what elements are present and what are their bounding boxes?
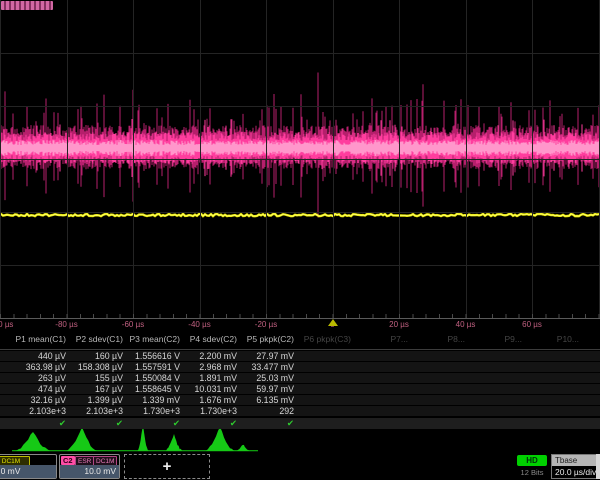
waveform-display bbox=[0, 0, 600, 330]
channel-c1-descriptor[interactable]: DC1M 0 mV bbox=[0, 454, 57, 479]
trigger-position-marker[interactable] bbox=[328, 319, 338, 326]
time-axis: -100 µs-80 µs-60 µs-40 µs-20 µs020 µs40 … bbox=[0, 320, 600, 332]
time-axis-label: -60 µs bbox=[122, 320, 144, 329]
measurement-value-cell: 32.16 µV bbox=[9, 395, 66, 405]
plus-icon: + bbox=[163, 458, 172, 475]
c1-vdiv-value: 0 mV bbox=[0, 465, 56, 478]
channel-c2-descriptor[interactable]: C2 ESR DC1M 10.0 mV bbox=[59, 454, 120, 479]
histicon-peak bbox=[166, 434, 182, 451]
measurement-value-cell: 160 µV bbox=[66, 351, 123, 361]
c2-channel-label: C2 bbox=[61, 456, 75, 465]
grid-horizontal-line bbox=[0, 159, 600, 160]
time-axis-label: -100 µs bbox=[0, 320, 13, 329]
measurement-value-cell: 10.031 mV bbox=[180, 384, 237, 394]
measurement-value-cell: 2.103e+3 bbox=[9, 406, 66, 416]
table-header-separator bbox=[0, 349, 600, 350]
measurement-header-10[interactable]: P10... bbox=[522, 334, 579, 345]
time-axis-label: 40 µs bbox=[456, 320, 476, 329]
measurement-value-cell: 1.891 mV bbox=[180, 373, 237, 383]
waveform-grid bbox=[0, 0, 600, 318]
measurement-value-cell: 474 µV bbox=[9, 384, 66, 394]
measurement-value-cell: 155 µV bbox=[66, 373, 123, 383]
c1-trace[interactable] bbox=[0, 214, 599, 216]
measurement-value-cell: 1.676 mV bbox=[180, 395, 237, 405]
measurement-value-cell: 1.550084 V bbox=[123, 373, 180, 383]
histicon-peak bbox=[16, 432, 50, 451]
measurement-header-3[interactable]: P3 mean(C2) bbox=[123, 334, 180, 345]
measurement-header-7[interactable]: P7... bbox=[351, 334, 408, 345]
c2-vdiv-value: 10.0 mV bbox=[60, 465, 119, 478]
grid-horizontal-line bbox=[0, 106, 600, 107]
time-axis-label: 20 µs bbox=[389, 320, 409, 329]
grid-horizontal-line bbox=[0, 212, 600, 213]
c2-trace[interactable] bbox=[0, 73, 599, 218]
measurement-histicons bbox=[0, 429, 600, 453]
grid-horizontal-line bbox=[0, 265, 600, 266]
measurement-header-8[interactable]: P8... bbox=[408, 334, 465, 345]
time-axis-line bbox=[0, 318, 600, 319]
measurement-value-cell: 158.308 µV bbox=[66, 362, 123, 372]
measurement-value-cell: 1.399 µV bbox=[66, 395, 123, 405]
measurement-value-cell: 25.03 mV bbox=[237, 373, 294, 383]
measurement-value-cell: 440 µV bbox=[9, 351, 66, 361]
histicon-peak bbox=[138, 429, 149, 451]
measurement-value-cell: 263 µV bbox=[9, 373, 66, 383]
measurement-header-2[interactable]: P2 sdev(C1) bbox=[66, 334, 123, 345]
hd-mode-badge: HD bbox=[517, 455, 547, 466]
measurement-value-cell: 59.97 mV bbox=[237, 384, 294, 394]
measurement-value-cell: 2.968 mV bbox=[180, 362, 237, 372]
measurement-header-6[interactable]: P6 pkpk(C3) bbox=[294, 334, 351, 345]
oscilloscope-screen: -100 µs-80 µs-60 µs-40 µs-20 µs020 µs40 … bbox=[0, 0, 600, 480]
measurement-status-check: ✔ bbox=[180, 418, 237, 429]
hd-bits-label: 12 Bits bbox=[513, 468, 551, 477]
add-trace-button[interactable]: + bbox=[124, 454, 210, 479]
measurement-header-4[interactable]: P4 sdev(C2) bbox=[180, 334, 237, 345]
measurement-header-5[interactable]: P5 pkpk(C2) bbox=[237, 334, 294, 345]
measurement-header-9[interactable]: P9... bbox=[465, 334, 522, 345]
histicon-peak bbox=[206, 429, 234, 451]
bottom-bar: DC1M 0 mV C2 ESR DC1M 10.0 mV + HD 12 Bi… bbox=[0, 452, 600, 480]
measurement-value-cell: 33.477 mV bbox=[237, 362, 294, 372]
measurement-value-cell: 6.135 mV bbox=[237, 395, 294, 405]
measurement-status-check: ✔ bbox=[237, 418, 294, 429]
timebase-value: 20.0 µs/div bbox=[552, 466, 596, 479]
measurement-status-check: ✔ bbox=[123, 418, 180, 429]
measurement-value-cell: 1.730e+3 bbox=[123, 406, 180, 416]
measurement-header-1[interactable]: P1 mean(C1) bbox=[9, 334, 66, 345]
measurement-value-cell: 1.557591 V bbox=[123, 362, 180, 372]
histicon-peak bbox=[67, 429, 97, 451]
measurement-table: P1 mean(C1)P2 sdev(C1)P3 mean(C2)P4 sdev… bbox=[0, 332, 600, 430]
measurement-value-cell: 1.558645 V bbox=[123, 384, 180, 394]
time-axis-label: -80 µs bbox=[55, 320, 77, 329]
clipped-trigger-box-edge bbox=[596, 454, 600, 479]
time-axis-label: -20 µs bbox=[255, 320, 277, 329]
timebase-title: Tbase bbox=[552, 455, 596, 466]
histicon-peak bbox=[237, 445, 249, 451]
measurement-value-cell: 1.730e+3 bbox=[180, 406, 237, 416]
measurement-value-cell: 2.200 mV bbox=[180, 351, 237, 361]
time-axis-label: 60 µs bbox=[522, 320, 542, 329]
trace-annotation-badge bbox=[1, 1, 53, 10]
measurement-value-cell: 1.556616 V bbox=[123, 351, 180, 361]
time-axis-label: -40 µs bbox=[188, 320, 210, 329]
timebase-descriptor[interactable]: Tbase 20.0 µs/div bbox=[551, 454, 597, 479]
measurement-value-cell: 292 bbox=[237, 406, 294, 416]
measurement-value-cell: 27.97 mV bbox=[237, 351, 294, 361]
measurement-value-cell: 2.103e+3 bbox=[66, 406, 123, 416]
measurement-status-check: ✔ bbox=[66, 418, 123, 429]
grid-horizontal-line bbox=[0, 53, 600, 54]
measurement-status-check: ✔ bbox=[9, 418, 66, 429]
measurement-value-cell: 363.98 µV bbox=[9, 362, 66, 372]
measurement-value-cell: 167 µV bbox=[66, 384, 123, 394]
measurement-value-cell: 1.339 mV bbox=[123, 395, 180, 405]
